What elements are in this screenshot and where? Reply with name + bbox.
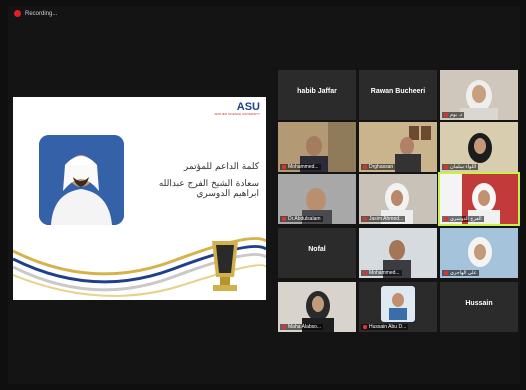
muted-mic-icon [444, 113, 448, 117]
participant-label: د. بوم [442, 112, 465, 118]
participant-tile[interactable]: Jasim Ahmed... [359, 174, 437, 224]
participant-tile[interactable]: Mohammed... [359, 228, 437, 278]
participant-name: Nofal [308, 246, 326, 253]
participant-label: Maha Alabso... [280, 324, 324, 330]
recording-indicator[interactable]: Recording... [14, 10, 57, 17]
participant-tile-active-speaker[interactable]: الفرج الدوسري [438, 172, 520, 226]
participant-tile[interactable]: habib Jaffar [278, 70, 356, 120]
muted-mic-icon [444, 217, 448, 221]
participant-label: Mohammed... [361, 270, 402, 276]
muted-mic-icon [444, 165, 448, 169]
participant-tile[interactable]: Drghassan [359, 122, 437, 172]
muted-mic-icon [282, 325, 286, 329]
muted-mic-icon [363, 165, 367, 169]
record-dot-icon [14, 10, 21, 17]
muted-mic-icon [363, 271, 367, 275]
participant-tile[interactable]: د. بوم [440, 70, 518, 120]
participant-tile[interactable]: Rawan Bucheeri [359, 70, 437, 120]
participant-tile[interactable]: Hussain Abu D... [359, 282, 437, 332]
shared-screen-slide: ASU APPLIED SCIENCE UNIVERSITY كلمة الدا… [13, 97, 266, 300]
participant-tile[interactable]: اللواء سلمان [440, 122, 518, 172]
trophy-icon [212, 241, 238, 291]
speaker-photo [39, 135, 124, 225]
muted-mic-icon [363, 325, 367, 329]
participant-tile[interactable]: Maha Alabso... [278, 282, 356, 332]
participant-label: اللواء سلمان [442, 164, 479, 170]
participant-name: Rawan Bucheeri [370, 88, 426, 95]
recording-label: Recording... [25, 10, 58, 17]
participant-tile[interactable]: Nofal [278, 228, 356, 278]
slide-heading: كلمة الداعم للمؤتمر [183, 162, 259, 172]
participant-name: Hussain [465, 300, 493, 307]
muted-mic-icon [282, 217, 286, 221]
participant-label: Jasim Ahmed... [361, 216, 406, 222]
participant-label: الفرج الدوسري [442, 216, 484, 222]
participant-label: Drghassan [361, 164, 396, 170]
participant-label: Dr.Abdulsalam [280, 216, 323, 222]
participant-tile[interactable]: علي الهاجري [440, 228, 518, 278]
slide-speaker-name: سعادة الشيخ الفرج عبدالله ابراهيم الدوسر… [158, 179, 259, 199]
logo-subtext: APPLIED SCIENCE UNIVERSITY [214, 112, 260, 116]
university-logo: ASU APPLIED SCIENCE UNIVERSITY [214, 101, 260, 116]
participant-tile[interactable]: Dr.Abdulsalam [278, 174, 356, 224]
participant-name: habib Jaffar [297, 88, 337, 95]
participant-label: Mohammed... [280, 164, 321, 170]
participant-tile[interactable]: Mohammed... [278, 122, 356, 172]
muted-mic-icon [363, 217, 367, 221]
participant-label: Hussain Abu D... [361, 324, 409, 330]
participant-tile[interactable]: Hussain [440, 282, 518, 332]
muted-mic-icon [444, 271, 448, 275]
participant-label: علي الهاجري [442, 270, 479, 276]
muted-mic-icon [282, 165, 286, 169]
